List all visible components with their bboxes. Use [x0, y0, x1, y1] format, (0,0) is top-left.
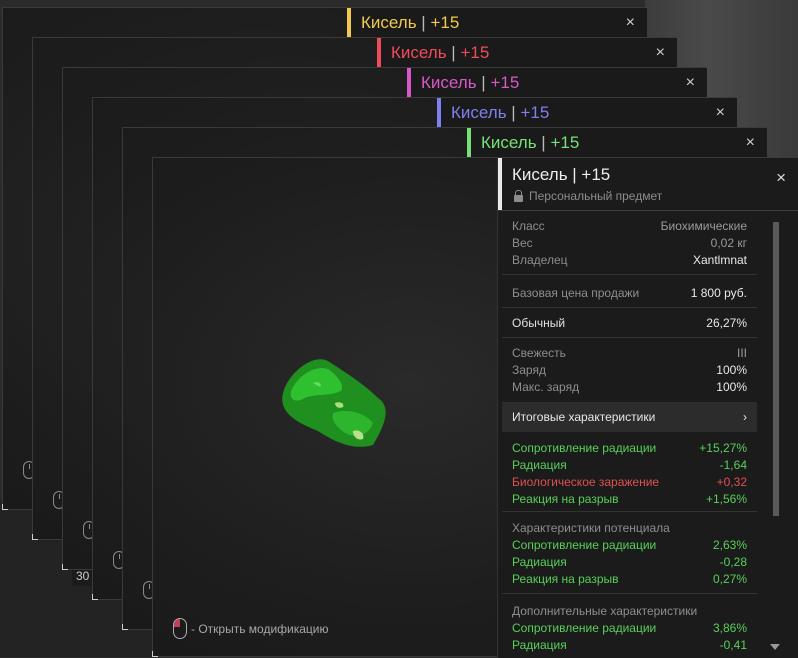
item-subtitle: Персональный предмет [512, 189, 662, 203]
mouse-right-click-icon [173, 618, 187, 639]
stacked-window-header: Кисель | +15 × [437, 98, 737, 129]
stacked-window-header: Кисель | +15 × [467, 128, 767, 159]
stat-label: Сопротивление радиации [512, 621, 657, 635]
stat-value: 3,86% [712, 621, 747, 635]
close-icon[interactable]: × [626, 14, 635, 32]
stacked-window-title: Кисель | +15 [451, 103, 550, 122]
stat-value: III [736, 346, 747, 360]
potential-header: Характеристики потенциала [512, 521, 670, 535]
summary-stats-button[interactable]: Итоговые характеристики › [502, 402, 757, 432]
stat-label: Реакция на разрыв [512, 492, 619, 506]
close-icon[interactable]: × [716, 104, 725, 122]
open-mod-hint: - Открыть модификацию [173, 618, 329, 639]
rarity-section: Обычный 26,27% [502, 308, 757, 338]
rarity-bar [467, 128, 471, 158]
rarity-bar [437, 98, 441, 128]
stacked-window-title: Кисель | +15 [421, 73, 520, 92]
state-section: Свежесть III Заряд 100% Макс. заряд 100% [502, 345, 757, 400]
stacked-window-title: Кисель | +15 [361, 13, 460, 32]
close-icon[interactable]: × [686, 74, 695, 92]
stat-value: +1,56% [705, 492, 747, 506]
item-model-image [282, 359, 386, 447]
stat-value: -1,64 [719, 458, 747, 472]
rarity-bar [407, 68, 411, 98]
stat-row: Биологическое заражение +0,32 [512, 474, 747, 491]
close-icon[interactable]: × [776, 168, 786, 188]
stat-row: Макс. заряд 100% [512, 379, 747, 396]
stat-label: Радиация [512, 638, 567, 652]
rarity-value: 26,27% [706, 316, 747, 330]
price-value: 1 800 руб. [690, 286, 747, 300]
rarity-bar [377, 38, 381, 68]
item-title: Кисель | +15 [512, 165, 611, 184]
stat-label: Вес [512, 236, 533, 250]
stat-value: +0,32 [716, 475, 747, 489]
potential-section: Характеристики потенциала Сопротивление … [502, 520, 757, 594]
price-label: Базовая цена продажи [512, 286, 640, 300]
stat-row: Радиация -0,28 [512, 554, 747, 571]
stat-label: Радиация [512, 458, 567, 472]
stat-row: Реакция на разрыв +1,56% [512, 491, 747, 508]
stacked-window-title: Кисель | +15 [481, 133, 580, 152]
close-icon[interactable]: × [656, 44, 665, 62]
stat-row: Сопротивление радиации 3,86% [512, 620, 747, 637]
stat-value: +15,27% [699, 441, 747, 455]
stat-value: 0,02 кг [710, 236, 747, 250]
stat-row: Вес 0,02 кг [512, 235, 747, 252]
stat-row: Свежесть III [512, 345, 747, 362]
info-section: Класс Биохимические Вес 0,02 кг Владелец Xant… [502, 218, 757, 275]
stat-row: Радиация -1,64 [512, 457, 747, 474]
stat-label: Биологическое заражение [512, 475, 660, 489]
stat-row: Сопротивление радиации +15,27% [512, 440, 747, 457]
stat-label: Радиация [512, 555, 567, 569]
stat-row: Заряд 100% [512, 362, 747, 379]
stacked-window-header: Кисель | +15 × [407, 68, 707, 99]
scroll-down-arrow-icon[interactable] [770, 644, 780, 650]
rarity-bar [347, 8, 351, 38]
stat-label: Класс [512, 219, 545, 233]
chevron-right-icon: › [743, 410, 747, 424]
scrollbar[interactable] [773, 222, 779, 516]
stat-row: Реакция на разрыв 0,27% [512, 571, 747, 588]
stat-label: Реакция на разрыв [512, 572, 619, 586]
stat-label: Заряд [512, 363, 546, 377]
hint-text: - Открыть модификацию [191, 621, 329, 636]
item-info-panel: Кисель | +15 Персональный предмет × Клас… [497, 158, 798, 658]
price-section: Базовая цена продажи 1 800 руб. [502, 278, 757, 308]
stat-value: 100% [716, 363, 747, 377]
stat-value: -0,41 [719, 638, 747, 652]
stat-value: -0,28 [719, 555, 747, 569]
summary-stats-label: Итоговые характеристики [512, 410, 656, 424]
stat-label: Сопротивление радиации [512, 538, 657, 552]
lock-icon [514, 189, 523, 202]
rarity-bar [498, 158, 502, 210]
stat-row: Класс Биохимические [512, 218, 747, 235]
item-window: - Открыть модификацию Кисель | +15 Персо… [152, 157, 798, 658]
stat-value: 2,63% [712, 538, 747, 552]
stat-value: 0,27% [712, 572, 747, 586]
stat-label: Свежесть [512, 346, 566, 360]
close-icon[interactable]: × [746, 134, 755, 152]
totals-section: Сопротивление радиации +15,27% Радиация -1,… [502, 440, 757, 512]
extra-section: Дополнительные характеристики Сопротивле… [502, 603, 757, 658]
stat-value: Биохимические [660, 219, 747, 233]
panel-header: Кисель | +15 Персональный предмет × [498, 158, 798, 211]
personal-item-label: Персональный предмет [529, 189, 663, 203]
stat-value: 100% [716, 380, 747, 394]
stat-row: Владелец Xantlmnat [512, 252, 747, 269]
stat-row: Радиация -0,41 [512, 637, 747, 654]
stat-label: Сопротивление радиации [512, 441, 657, 455]
extra-header: Дополнительные характеристики [512, 604, 698, 618]
stacked-window-title: Кисель | +15 [391, 43, 490, 62]
stat-label: Макс. заряд [512, 380, 580, 394]
stat-value: Xantlmnat [692, 253, 747, 267]
stat-row: Сопротивление радиации 2,63% [512, 537, 747, 554]
stat-label: Владелец [512, 253, 568, 267]
stacked-window-header: Кисель | +15 × [347, 8, 647, 39]
scrollbar-thumb[interactable] [773, 222, 779, 516]
stacked-window-header: Кисель | +15 × [377, 38, 677, 69]
rarity-label: Обычный [512, 316, 566, 330]
